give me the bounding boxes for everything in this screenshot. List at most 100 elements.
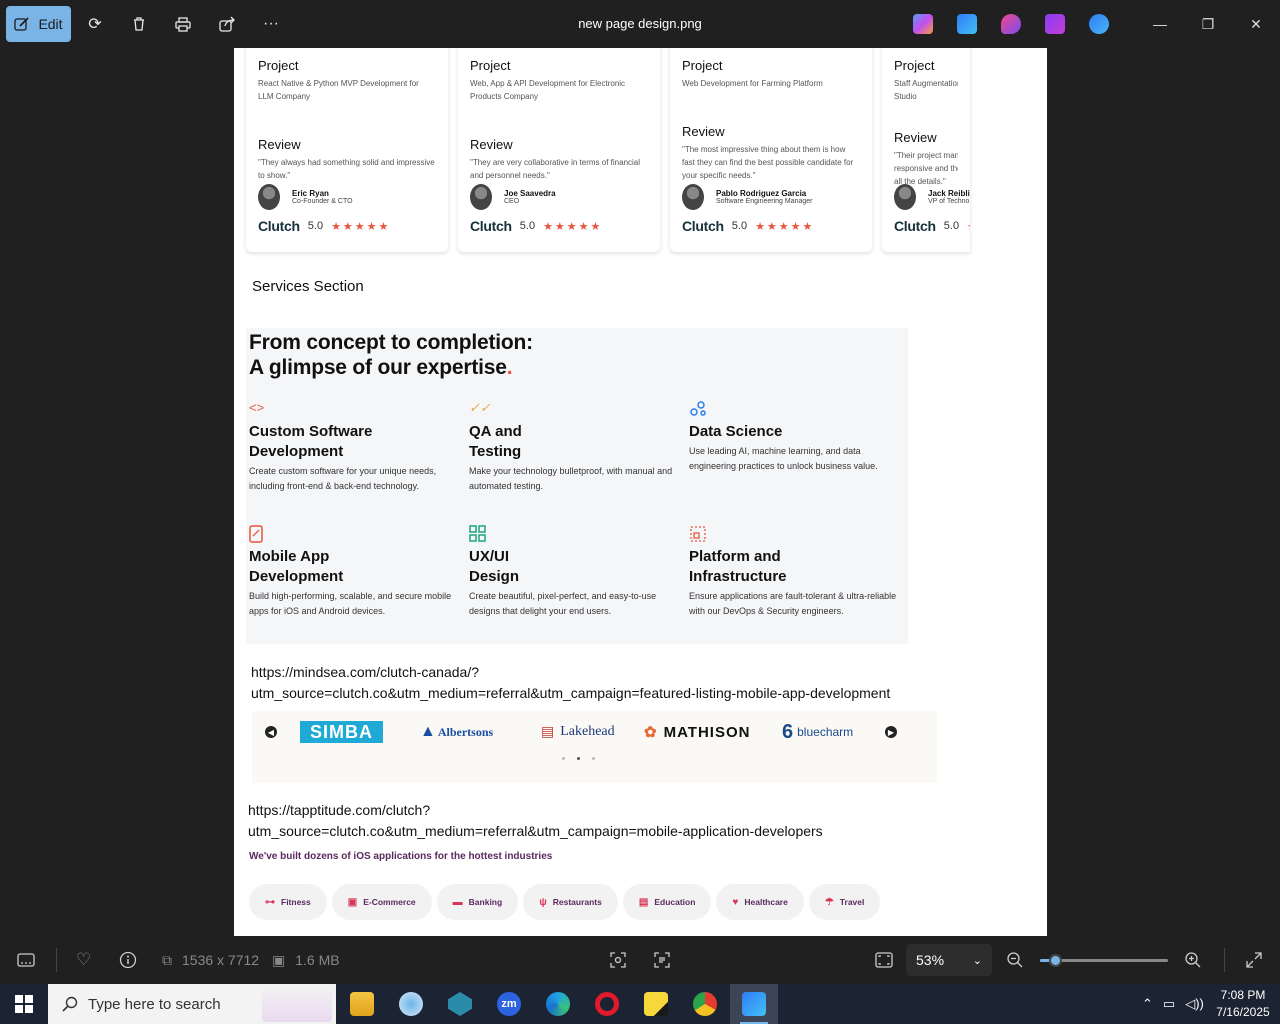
project-text: React Native & Python MVP Development fo… <box>258 79 419 101</box>
mobile-icon <box>249 525 459 545</box>
edit-icon <box>14 17 30 31</box>
review-text: "The most impressive thing about them is… <box>682 145 854 180</box>
clock[interactable]: 7:08 PM 7/16/2025 <box>1210 987 1276 1021</box>
carousel-next-icon[interactable]: ▶ <box>885 726 897 738</box>
edge-browser-icon[interactable] <box>534 984 582 1024</box>
clutch-rating: Clutch 5.0 ★★★★★ <box>258 218 390 234</box>
zoom-out-icon[interactable] <box>1006 936 1024 984</box>
edit-button[interactable]: Edit <box>6 6 71 42</box>
data-science-icon <box>689 400 899 420</box>
chip-travel[interactable]: ☂ Travel <box>808 884 881 920</box>
clipchamp-icon[interactable] <box>1045 14 1065 34</box>
system-tray: ⌃ ▭ ◁)) <box>1142 984 1204 1024</box>
chip-ecommerce[interactable]: ▣ E-Commerce <box>331 884 432 920</box>
carousel-dots <box>562 757 595 760</box>
rating-score: 5.0 <box>519 220 536 232</box>
chip-education[interactable]: ▤ Education <box>622 884 712 920</box>
carousel-dot[interactable] <box>562 757 565 760</box>
clutch-logo: Clutch <box>258 218 300 234</box>
review-text: "They always had something solid and imp… <box>258 158 435 180</box>
opera-browser-icon[interactable] <box>583 984 631 1024</box>
service-description: Create custom software for your unique n… <box>249 466 437 491</box>
logo-carousel: ◀ SIMBA ▲ Albertsons ▤ Lakehead ✿ MATHISON … <box>252 711 937 783</box>
search-highlight-image <box>262 986 332 1022</box>
chip-banking[interactable]: ▬ Banking <box>436 884 519 920</box>
photos-taskbar-icon[interactable] <box>730 984 778 1024</box>
favorite-icon[interactable]: ♡ <box>76 936 91 984</box>
logo-bluecharm: 6 bluecharm <box>782 720 854 743</box>
reviewer: Pablo Rodriguez Garcia Software Engineeri… <box>682 184 813 210</box>
rotate-icon[interactable]: ⟳ <box>83 12 107 36</box>
text-extract-icon[interactable] <box>653 936 671 984</box>
reviewer-role: Co-Founder & CTO <box>292 198 353 205</box>
network-icon[interactable]: ▭ <box>1163 996 1175 1012</box>
project-heading: Project <box>682 58 723 73</box>
chevron-up-icon[interactable]: ⌃ <box>1142 996 1153 1012</box>
star-rating-icon: ★★★★★ <box>755 220 815 233</box>
taskbar-search-box[interactable]: Type here to search <box>48 984 336 1024</box>
reviewer-name: Eric Ryan <box>292 189 329 198</box>
service-description: Make your technology bulletproof, with m… <box>469 466 673 491</box>
image-viewer[interactable]: Project React Native & Python MVP Develo… <box>0 48 1280 936</box>
logo-simba: SIMBA <box>300 721 383 743</box>
review-text: "Their project managresponsive and the t… <box>894 151 958 186</box>
delete-icon[interactable] <box>127 12 151 36</box>
chip-restaurants[interactable]: ψ Restaurants <box>523 884 618 920</box>
close-icon[interactable]: ✕ <box>1236 10 1276 38</box>
zoom-slider[interactable] <box>1040 954 1168 967</box>
service-item: ✓✓ QA and Testing Make your technology bu… <box>469 400 679 494</box>
zoom-dropdown[interactable]: 53% ⌄ <box>906 944 992 976</box>
fit-to-window-icon[interactable] <box>875 936 893 984</box>
review-text: "They are very collaborative in terms of… <box>470 158 641 180</box>
maximize-icon[interactable]: ❐ <box>1188 10 1228 38</box>
info-icon[interactable] <box>119 936 137 984</box>
copilot-icon[interactable] <box>913 14 933 34</box>
photos-app-icon[interactable] <box>957 14 977 34</box>
avatar <box>470 184 492 210</box>
service-description: Create beautiful, pixel-perfect, and eas… <box>469 591 657 616</box>
designer-icon[interactable] <box>1001 14 1021 34</box>
status-bar: ♡ ⧉ 1536 x 7712 ▣ 1.6 MB 53% ⌄ <box>0 936 1280 984</box>
zoom-in-icon[interactable] <box>1184 936 1202 984</box>
chip-healthcare[interactable]: ♥ Healthcare <box>716 884 804 920</box>
url-text-tapptitude: https://tapptitude.com/clutch? utm_source… <box>248 802 823 839</box>
bag-icon: ▣ <box>347 896 358 908</box>
chip-fitness[interactable]: ⊶ Fitness <box>249 884 327 920</box>
carousel-prev-icon[interactable]: ◀ <box>265 726 277 738</box>
minimize-icon[interactable]: — <box>1140 10 1180 38</box>
visual-search-icon[interactable] <box>609 936 627 984</box>
print-icon[interactable] <box>171 12 195 36</box>
chrome-browser-icon[interactable] <box>681 984 729 1024</box>
project-heading: Project <box>894 58 935 73</box>
more-options-icon[interactable]: ··· <box>259 12 283 36</box>
clutch-logo: Clutch <box>470 218 512 234</box>
umbrella-icon: ☂ <box>824 896 834 908</box>
carousel-dot-active[interactable] <box>577 757 580 760</box>
filmstrip-icon[interactable] <box>17 936 35 984</box>
services-heading-line1: From concept to completion: <box>249 331 533 354</box>
review-card: Project Staff Augmentation fStudio Revie… <box>882 48 970 252</box>
grid-icon <box>469 525 679 545</box>
fullscreen-icon[interactable] <box>1245 936 1263 984</box>
logo-albertsons: ▲ Albertsons <box>420 723 494 740</box>
service-title: Mobile App Development <box>249 548 344 585</box>
windows-start-icon[interactable] <box>0 984 48 1024</box>
sticky-notes-icon[interactable] <box>632 984 680 1024</box>
search-icon <box>62 996 78 1012</box>
clutch-rating: Clutch 5.0 ★★★★★ <box>470 218 602 234</box>
volume-icon[interactable]: ◁)) <box>1185 996 1204 1012</box>
vpn-app-icon[interactable] <box>436 984 484 1024</box>
reviewer: Eric Ryan Co-Founder & CTO <box>258 184 353 210</box>
carousel-dot[interactable] <box>592 757 595 760</box>
image-canvas: Project React Native & Python MVP Develo… <box>234 48 1047 936</box>
chevron-down-icon: ⌄ <box>972 954 982 967</box>
zoom-slider-thumb[interactable] <box>1049 954 1063 967</box>
zoom-app-icon[interactable]: zm <box>485 984 533 1024</box>
snipping-app-icon[interactable] <box>387 984 435 1024</box>
onedrive-icon[interactable] <box>1089 14 1109 34</box>
file-explorer-icon[interactable] <box>338 984 386 1024</box>
logo-mathison: ✿ MATHISON <box>644 723 751 742</box>
share-icon[interactable] <box>215 12 239 36</box>
save-icon: ▣ <box>272 951 286 968</box>
image-dimensions: ⧉ 1536 x 7712 <box>162 951 260 969</box>
